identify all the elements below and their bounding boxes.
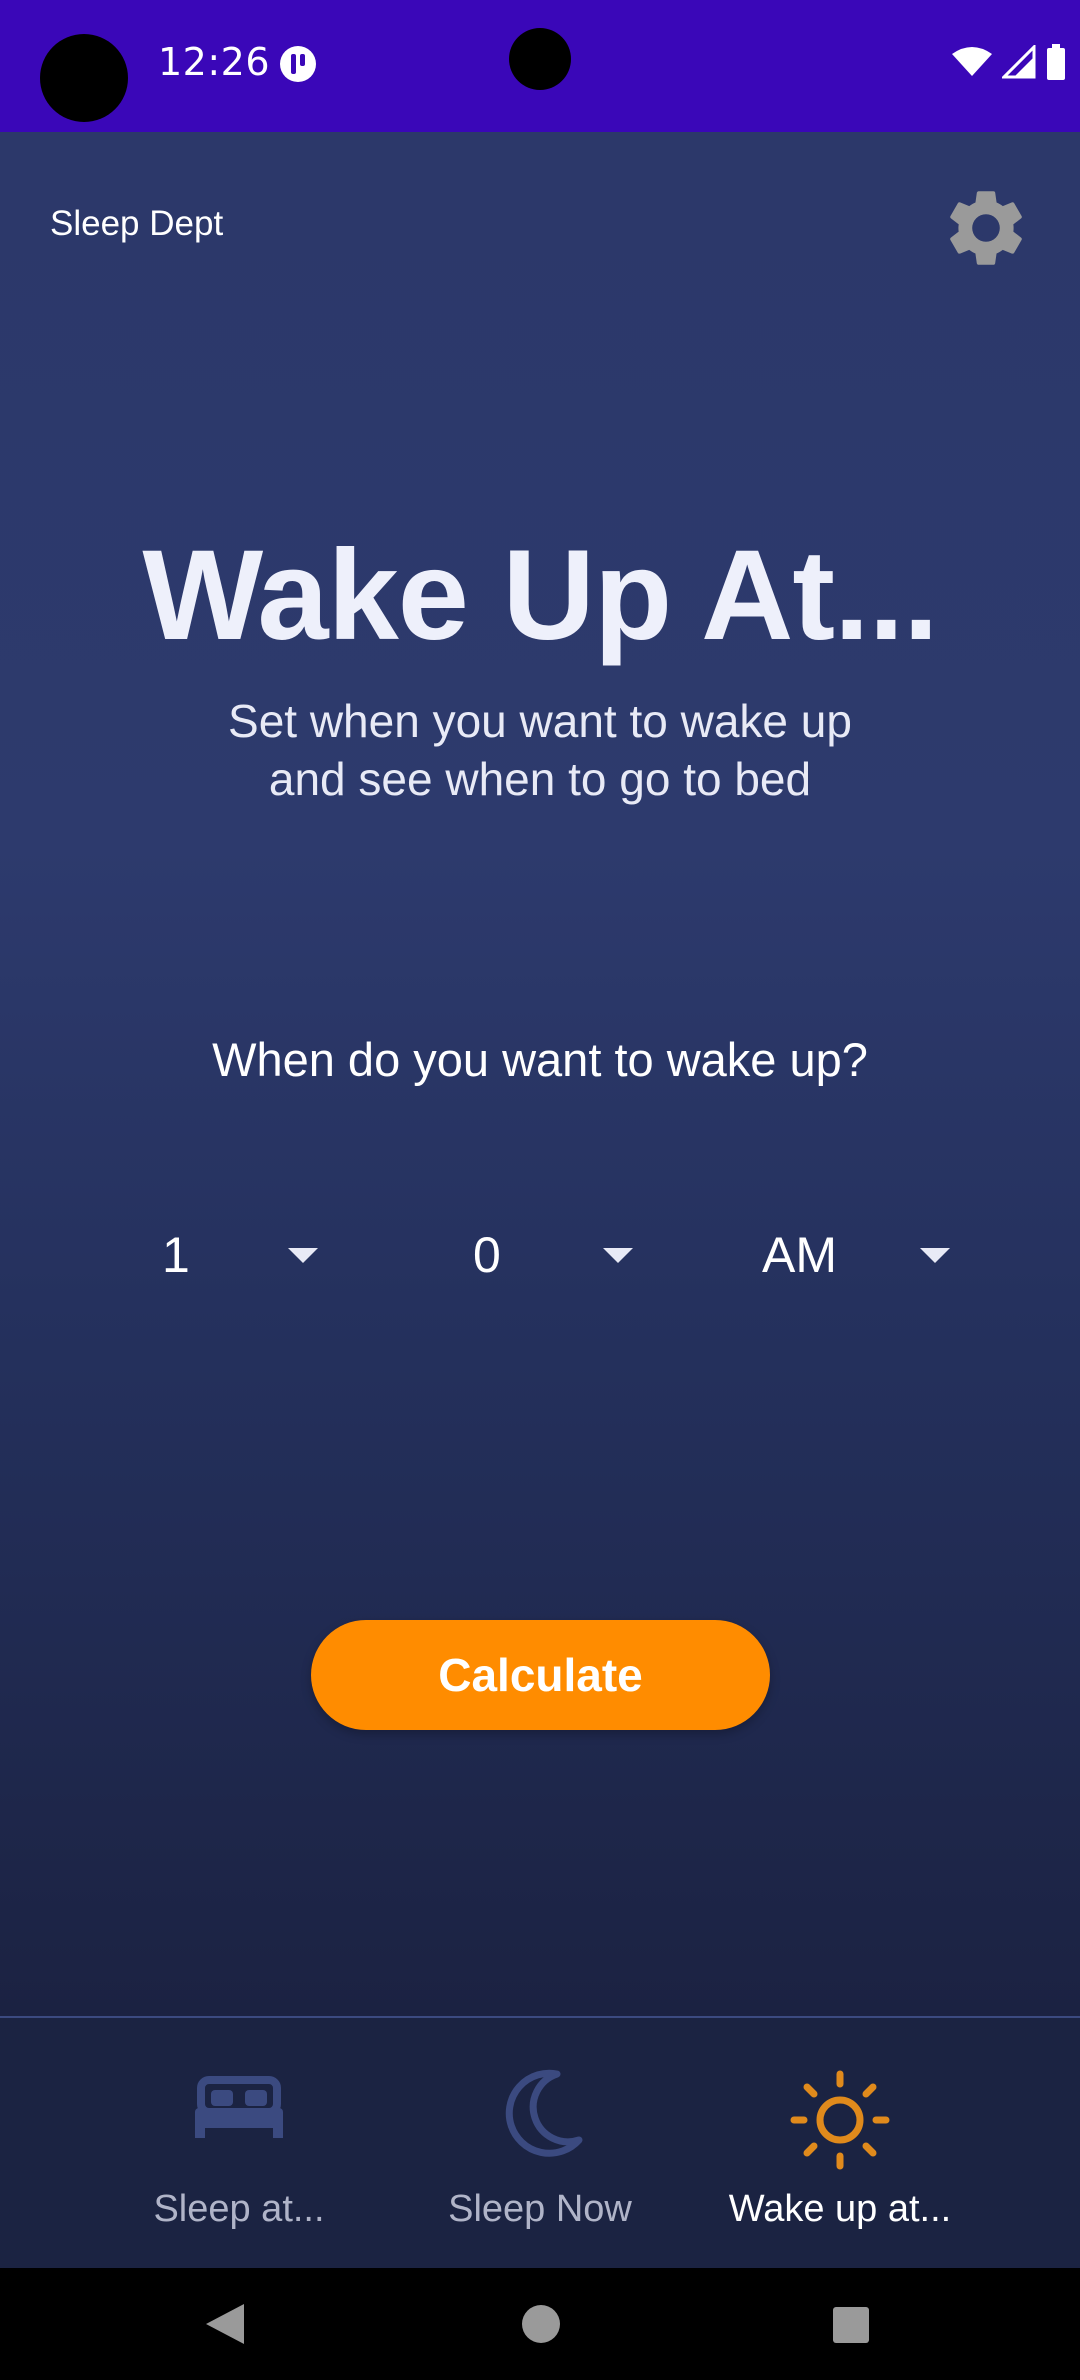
period-picker[interactable]: AM: [750, 1207, 970, 1303]
nav-item-sleep-now[interactable]: Sleep Now: [390, 2018, 690, 2270]
period-dropdown-icon: [920, 1248, 950, 1263]
status-bar: 12:26: [0, 0, 1080, 132]
hour-value: 1: [162, 1227, 190, 1283]
minute-picker[interactable]: 0: [455, 1207, 655, 1303]
period-value: AM: [762, 1227, 837, 1283]
bed-icon: [195, 2076, 283, 2138]
app-name: Sleep Dept: [50, 204, 224, 243]
nav-item-sleep-at[interactable]: Sleep at...: [89, 2018, 389, 2270]
status-icons: [952, 40, 1066, 84]
cellular-signal-icon: [1002, 45, 1036, 79]
notification-app-icon: [280, 46, 316, 82]
moon-icon: [505, 2069, 583, 2157]
nav-label-sleep-now: Sleep Now: [448, 2188, 632, 2230]
wake-question: When do you want to wake up?: [212, 1033, 868, 1086]
page-title: Wake Up At...: [142, 524, 938, 667]
back-icon[interactable]: [204, 2302, 246, 2346]
camera-cutout-center: [509, 28, 571, 90]
main-screen: Sleep Dept Wake Up At... Set when you wa…: [0, 132, 1080, 2016]
minute-dropdown-icon: [603, 1248, 633, 1263]
subtitle-line-1: Set when you want to wake up: [228, 695, 852, 747]
nav-label-wake-up-at: Wake up at...: [728, 2188, 952, 2230]
system-navigation-bar: [0, 2268, 1080, 2380]
hour-dropdown-icon: [288, 1248, 318, 1263]
bottom-navigation: Sleep at... Sleep Now Wake up at...: [0, 2016, 1080, 2270]
status-time: 12:26: [158, 40, 271, 84]
sun-icon: [790, 2070, 890, 2170]
nav-item-wake-up-at[interactable]: Wake up at...: [690, 2018, 990, 2270]
minute-value: 0: [473, 1227, 501, 1283]
subtitle-line-2: and see when to go to bed: [268, 753, 812, 805]
wifi-icon: [952, 47, 992, 76]
settings-button[interactable]: [936, 178, 1036, 278]
page-subtitle: Set when you want to wake up and see whe…: [140, 692, 940, 808]
camera-cutout: [40, 34, 128, 122]
nav-label-sleep-at: Sleep at...: [153, 2188, 325, 2230]
gear-icon: [950, 191, 1022, 265]
home-icon[interactable]: [521, 2304, 561, 2344]
calculate-button[interactable]: Calculate: [311, 1620, 770, 1730]
hour-picker[interactable]: 1: [140, 1207, 340, 1303]
battery-icon: [1047, 44, 1065, 80]
recents-icon[interactable]: [832, 2306, 870, 2344]
